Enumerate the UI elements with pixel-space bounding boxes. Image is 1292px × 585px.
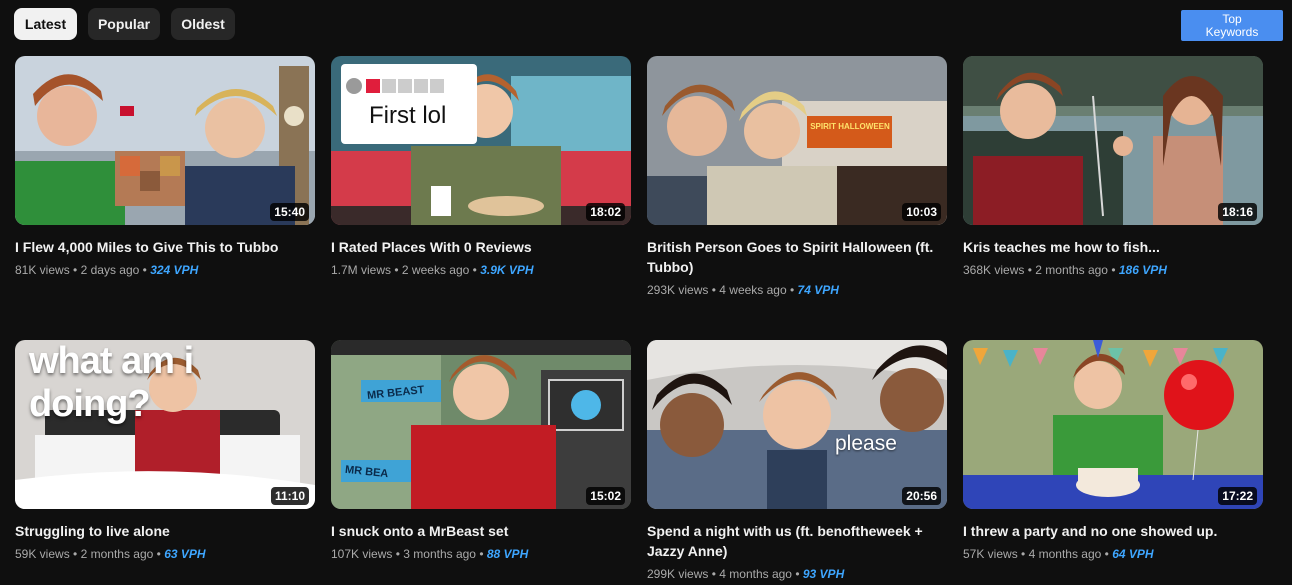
video-thumbnail[interactable]: SPIRIT HALLOWEEN 10:03: [647, 56, 947, 225]
meta-separator: •: [73, 263, 81, 277]
video-card[interactable]: SPIRIT HALLOWEEN 10:03 British Person Go…: [647, 56, 947, 340]
view-count: 1.7M views: [331, 263, 392, 277]
video-card[interactable]: First lol 18:02 I Rated Places With 0 Re…: [331, 56, 631, 340]
video-meta: 293K views • 4 weeks ago • 74 VPH: [647, 282, 947, 298]
meta-separator: •: [394, 263, 402, 277]
video-title[interactable]: Struggling to live alone: [15, 521, 307, 541]
video-meta: 368K views • 2 months ago • 186 VPH: [963, 262, 1263, 278]
video-card[interactable]: please 20:56 Spend a night with us (ft. …: [647, 340, 947, 585]
upload-age: 3 months ago: [403, 547, 476, 561]
video-meta: 57K views • 4 months ago • 64 VPH: [963, 546, 1263, 562]
video-meta: 107K views • 3 months ago • 88 VPH: [331, 546, 631, 562]
upload-age: 4 weeks ago: [719, 283, 787, 297]
video-title[interactable]: I Rated Places With 0 Reviews: [331, 237, 623, 257]
upload-age: 2 days ago: [80, 263, 140, 277]
view-count: 293K views: [647, 283, 709, 297]
video-title[interactable]: Spend a night with us (ft. benoftheweek …: [647, 521, 939, 561]
thumbnail-caption: SPIRIT HALLOWEEN: [810, 122, 890, 131]
meta-separator: •: [790, 283, 798, 297]
video-duration: 15:40: [270, 203, 309, 221]
thumbnail-image: [963, 340, 1263, 509]
video-title[interactable]: I snuck onto a MrBeast set: [331, 521, 623, 541]
chip-oldest[interactable]: Oldest: [171, 8, 235, 40]
video-grid: 15:40 I Flew 4,000 Miles to Give This to…: [15, 56, 1263, 585]
chip-popular[interactable]: Popular: [88, 8, 160, 40]
meta-separator: •: [73, 547, 81, 561]
video-thumbnail[interactable]: First lol 18:02: [331, 56, 631, 225]
video-duration: 10:03: [902, 203, 941, 221]
video-duration: 18:16: [1218, 203, 1257, 221]
upload-age: 4 months ago: [1028, 547, 1102, 561]
meta-separator: •: [1021, 547, 1029, 561]
video-duration: 18:02: [586, 203, 625, 221]
upload-age: 4 months ago: [719, 567, 792, 581]
view-count: 107K views: [331, 547, 393, 561]
sort-chips: Latest Popular Oldest: [14, 8, 235, 40]
meta-separator: •: [1111, 263, 1119, 277]
thumbnail-image: [647, 56, 947, 225]
video-thumbnail[interactable]: MR BEAST MR BEA 15:02: [331, 340, 631, 509]
video-meta: 59K views • 2 months ago • 63 VPH: [15, 546, 315, 562]
vph-value: 88 VPH: [486, 547, 529, 561]
thumbnail-caption: what am i doing?: [29, 340, 194, 425]
meta-separator: •: [479, 547, 487, 561]
vph-value: 64 VPH: [1112, 547, 1154, 561]
video-meta: 299K views • 4 months ago • 93 VPH: [647, 566, 947, 582]
thumbnail-image: [963, 56, 1263, 225]
vph-value: 186 VPH: [1118, 263, 1167, 277]
video-card[interactable]: what am i doing? 11:10 Struggling to liv…: [15, 340, 315, 585]
view-count: 299K views: [647, 567, 709, 581]
upload-age: 2 weeks ago: [401, 263, 470, 277]
video-thumbnail[interactable]: please 20:56: [647, 340, 947, 509]
thumbnail-image: [647, 340, 947, 509]
upload-age: 2 months ago: [1035, 263, 1108, 277]
upload-age: 2 months ago: [80, 547, 154, 561]
chip-latest[interactable]: Latest: [14, 8, 77, 40]
thumbnail-image: [331, 340, 631, 509]
video-title[interactable]: Kris teaches me how to fish...: [963, 237, 1255, 257]
video-thumbnail[interactable]: 17:22: [963, 340, 1263, 509]
vph-value: 93 VPH: [802, 567, 845, 581]
video-duration: 17:22: [1218, 487, 1257, 505]
video-duration: 20:56: [902, 487, 941, 505]
video-thumbnail[interactable]: 18:16: [963, 56, 1263, 225]
video-duration: 15:02: [586, 487, 625, 505]
view-count: 81K views: [15, 263, 70, 277]
video-title[interactable]: I Flew 4,000 Miles to Give This to Tubbo: [15, 237, 307, 257]
video-duration: 11:10: [270, 487, 309, 505]
top-bar: Latest Popular Oldest Top Keywords: [0, 0, 1292, 48]
vph-value: 324 VPH: [150, 263, 199, 277]
thumbnail-caption: First lol: [369, 102, 447, 129]
thumbnail-caption: please: [835, 432, 897, 455]
top-keywords-button[interactable]: Top Keywords: [1181, 10, 1283, 41]
thumbnail-image: [331, 56, 631, 225]
video-card[interactable]: 15:40 I Flew 4,000 Miles to Give This to…: [15, 56, 315, 340]
view-count: 59K views: [15, 547, 70, 561]
video-card[interactable]: MR BEAST MR BEA 15:02 I snuck onto a MrB…: [331, 340, 631, 585]
video-thumbnail[interactable]: what am i doing? 11:10: [15, 340, 315, 509]
video-thumbnail[interactable]: 15:40: [15, 56, 315, 225]
view-count: 368K views: [963, 263, 1025, 277]
video-title[interactable]: I threw a party and no one showed up.: [963, 521, 1255, 541]
view-count: 57K views: [963, 547, 1018, 561]
vph-value: 74 VPH: [797, 283, 839, 297]
meta-separator: •: [795, 567, 803, 581]
video-card[interactable]: 17:22 I threw a party and no one showed …: [963, 340, 1263, 585]
vph-value: 3.9K VPH: [480, 263, 534, 277]
thumbnail-image: [15, 56, 315, 225]
video-title[interactable]: British Person Goes to Spirit Halloween …: [647, 237, 939, 277]
video-meta: 81K views • 2 days ago • 324 VPH: [15, 262, 315, 278]
video-card[interactable]: 18:16 Kris teaches me how to fish... 368…: [963, 56, 1263, 340]
vph-value: 63 VPH: [164, 547, 206, 561]
video-meta: 1.7M views • 2 weeks ago • 3.9K VPH: [331, 262, 631, 278]
